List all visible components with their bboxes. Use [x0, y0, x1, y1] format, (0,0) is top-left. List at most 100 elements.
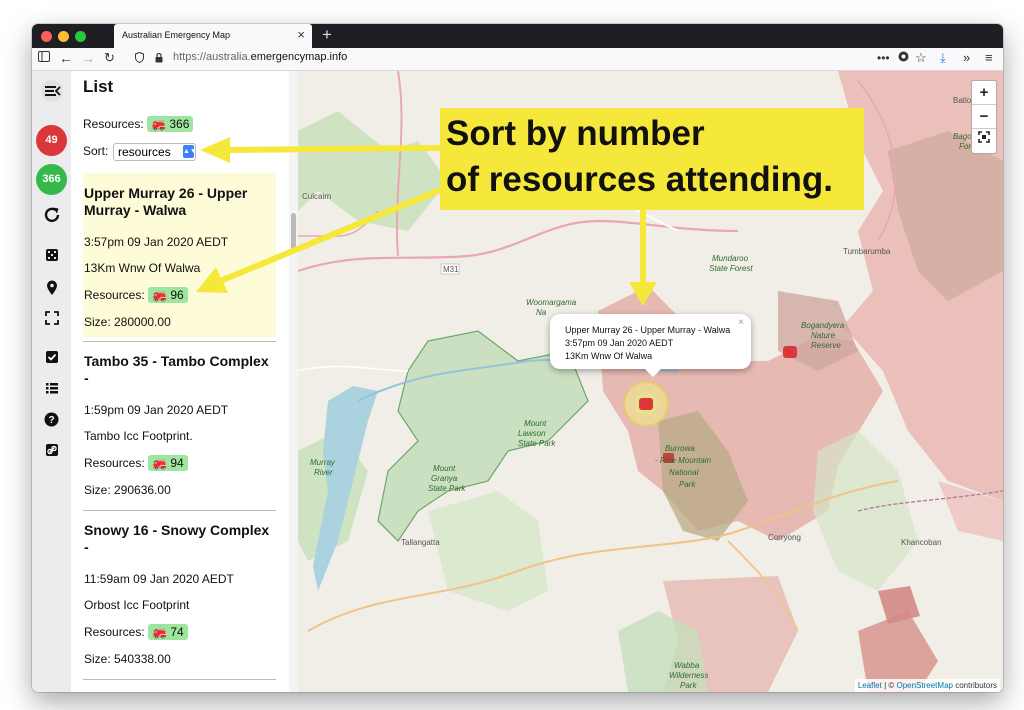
- question-icon: ?: [44, 412, 59, 427]
- collapse-list-button[interactable]: [37, 80, 66, 109]
- popup-close-icon[interactable]: ×: [738, 317, 744, 328]
- maximize-window-dot[interactable]: [75, 31, 86, 42]
- close-icon[interactable]: ×: [297, 27, 305, 42]
- overflow-chevron-icon[interactable]: »: [963, 51, 970, 65]
- collapse-menu-icon: [40, 80, 63, 102]
- popup-tip: [644, 368, 662, 377]
- close-window-dot[interactable]: [41, 31, 52, 42]
- osm-link[interactable]: OpenStreetMap: [896, 681, 952, 690]
- locate-button[interactable]: [37, 280, 66, 309]
- link-button[interactable]: [37, 443, 66, 472]
- list-view-button[interactable]: [37, 381, 66, 410]
- zoom-out-button[interactable]: −: [972, 105, 996, 129]
- annotation-callout: Sort by number of resources attending.: [440, 108, 864, 210]
- back-arrow-icon[interactable]: ←: [59, 51, 73, 65]
- url-domain: emergencymap.info: [250, 51, 348, 63]
- incident-time: 11:59am 09 Jan 2020 AEDT: [84, 572, 234, 586]
- expand-icon: [44, 311, 59, 325]
- svg-text:Tallangatta: Tallangatta: [401, 538, 440, 547]
- icon-rail: 49 366 ?: [32, 71, 71, 692]
- svg-text:M31: M31: [443, 265, 459, 274]
- divider: [83, 679, 276, 680]
- browser-toolbar: ← → ↻ https://australia.emergencymap.inf…: [32, 48, 1003, 71]
- page-actions-icon[interactable]: •••: [877, 51, 890, 65]
- fire-truck-icon: 🚒: [151, 117, 166, 131]
- checkbox-icon: [45, 351, 58, 363]
- svg-text:Corryong: Corryong: [768, 533, 801, 542]
- lock-icon[interactable]: [155, 52, 163, 66]
- tab-bar: Australian Emergency Map × +: [32, 24, 1003, 48]
- svg-text:Mount: Mount: [433, 464, 456, 473]
- list-scrollbar[interactable]: [289, 71, 298, 692]
- shield-icon[interactable]: [135, 51, 144, 66]
- menu-icon[interactable]: ≡: [985, 51, 993, 65]
- svg-text:National: National: [669, 468, 699, 477]
- resources-value: 74: [170, 625, 184, 639]
- svg-text:- Pine Mountain: - Pine Mountain: [655, 456, 712, 465]
- forward-arrow-icon[interactable]: →: [81, 51, 95, 65]
- url-field[interactable]: https://australia.emergencymap.info: [173, 51, 873, 66]
- popup-title: Upper Murray 26 - Upper Murray - Walwa: [565, 325, 731, 335]
- filter-checkbox-button[interactable]: [37, 350, 66, 379]
- svg-text:State Park: State Park: [428, 484, 466, 493]
- url-prefix: https://australia.: [173, 51, 251, 63]
- incident-list-panel: List Resources: 🚒 366 Sort: resources ▲▼…: [71, 71, 289, 692]
- svg-text:Wabba: Wabba: [674, 661, 700, 670]
- sort-select-value: resources: [118, 145, 171, 159]
- zoom-in-button[interactable]: +: [972, 81, 996, 105]
- incident-title[interactable]: Snowy 16 - Snowy Complex -: [84, 522, 274, 556]
- fit-bounds-button[interactable]: [37, 311, 66, 340]
- svg-text:Murray: Murray: [310, 458, 336, 467]
- tab-active[interactable]: Australian Emergency Map ×: [114, 24, 312, 48]
- incident-title[interactable]: Upper Murray 26 - Upper Murray - Walwa: [84, 185, 274, 219]
- attribution-suffix: contributors: [952, 681, 997, 690]
- sort-select[interactable]: resources ▲▼: [113, 143, 197, 161]
- incident-title[interactable]: Tambo 35 - Tambo Complex -: [84, 353, 274, 387]
- panel-title: List: [83, 77, 114, 96]
- incident-resources-label: Resources:: [84, 456, 145, 470]
- svg-text:Khancoban: Khancoban: [901, 538, 941, 547]
- refresh-button[interactable]: [37, 205, 66, 234]
- help-button[interactable]: ?: [37, 412, 66, 441]
- incident-size: Size: 280000.00: [84, 315, 171, 329]
- tab-title: Australian Emergency Map: [122, 30, 231, 40]
- reload-icon[interactable]: ↻: [104, 51, 115, 65]
- download-icon[interactable]: ⤓: [940, 51, 946, 65]
- random-incident-button[interactable]: [37, 248, 66, 277]
- svg-text:Mundaroo: Mundaroo: [712, 254, 749, 263]
- list-icon: [45, 383, 58, 394]
- svg-text:Mount: Mount: [524, 419, 547, 428]
- incident-size: Size: 540338.00: [84, 652, 171, 666]
- svg-text:Wilderness: Wilderness: [669, 671, 709, 680]
- svg-text:Culcairn: Culcairn: [302, 192, 331, 201]
- incident-size: Size: 290636.00: [84, 483, 171, 497]
- incident-location: Orbost Icc Footprint: [84, 598, 190, 612]
- leaflet-link[interactable]: Leaflet: [858, 681, 882, 690]
- incident-card[interactable]: Upper Murray 26 - Upper Murray - Walwa 3…: [83, 173, 276, 337]
- fire-truck-icon: 🚒: [152, 456, 167, 470]
- annotation-line-1: Sort by number: [446, 114, 705, 153]
- svg-text:Bogandyera: Bogandyera: [801, 321, 845, 330]
- svg-text:Burrowa: Burrowa: [665, 444, 695, 453]
- resource-count-badge[interactable]: 366: [36, 164, 67, 195]
- incident-count-badge[interactable]: 49: [36, 125, 67, 156]
- svg-text:River: River: [314, 468, 333, 477]
- incident-location: 13Km Wnw Of Walwa: [84, 261, 201, 275]
- fullscreen-icon[interactable]: [972, 129, 996, 152]
- pocket-icon[interactable]: [898, 51, 909, 65]
- svg-text:Woomargama: Woomargama: [526, 298, 577, 307]
- bookmark-star-icon[interactable]: ☆: [915, 51, 927, 65]
- svg-text:Park: Park: [680, 681, 697, 690]
- fire-truck-icon: 🚒: [152, 625, 167, 639]
- scrollbar-thumb[interactable]: [291, 213, 296, 251]
- sidebar-toggle-icon[interactable]: [38, 51, 50, 65]
- incident-card[interactable]: Tambo 35 - Tambo Complex - 1:59pm 09 Jan…: [83, 343, 276, 507]
- new-tab-icon[interactable]: +: [322, 25, 332, 45]
- incident-card[interactable]: Snowy 16 - Snowy Complex - 11:59am 09 Ja…: [83, 512, 276, 676]
- incident-location: Tambo Icc Footprint.: [84, 429, 193, 443]
- resources-summary-pill: 🚒 366: [147, 116, 194, 132]
- resources-value: 94: [170, 456, 184, 470]
- minimize-window-dot[interactable]: [58, 31, 69, 42]
- svg-text:?: ?: [48, 415, 54, 426]
- link-icon: [45, 444, 58, 456]
